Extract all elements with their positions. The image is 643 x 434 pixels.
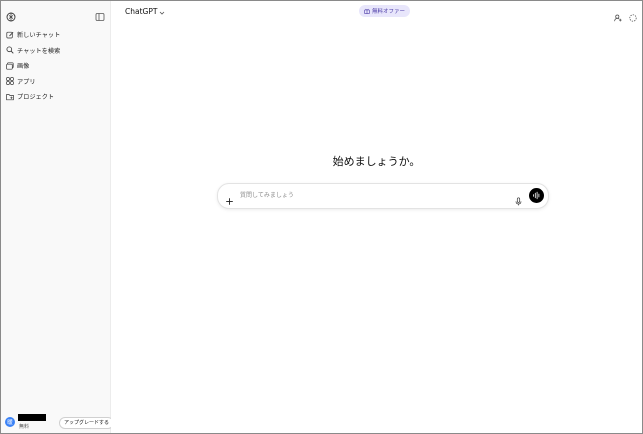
sidebar-item-label: 画像 bbox=[17, 63, 30, 71]
free-offer-button[interactable]: 無料オファー bbox=[359, 5, 411, 17]
user-account-bar[interactable]: 暖 無料 アップグレードする bbox=[1, 411, 115, 433]
gift-icon bbox=[364, 8, 370, 14]
sidebar-item-search-chats[interactable]: チャットを検索 bbox=[1, 43, 110, 59]
sidebar-item-label: プロジェクト bbox=[17, 94, 55, 102]
chevron-down-icon bbox=[159, 9, 165, 15]
add-person-icon[interactable] bbox=[614, 7, 622, 22]
sidebar-item-projects[interactable]: プロジェクト bbox=[1, 89, 110, 105]
edit-icon bbox=[6, 31, 14, 39]
plus-icon[interactable] bbox=[225, 191, 234, 205]
sidebar-item-label: 新しいチャット bbox=[17, 32, 61, 40]
model-selector[interactable]: ChatGPT bbox=[125, 7, 165, 16]
sidebar-item-label: アプリ bbox=[17, 78, 36, 86]
app-window: 新しいチャット チャットを検索 画像 アプリ プロジェクト 暖 無料 アップグレ… bbox=[0, 0, 643, 434]
avatar[interactable]: 暖 bbox=[5, 417, 15, 427]
prompt-input[interactable] bbox=[240, 189, 500, 202]
image-icon bbox=[6, 62, 14, 70]
user-plan-label: 無料 bbox=[19, 424, 30, 430]
sidebar-nav: 新しいチャット チャットを検索 画像 アプリ プロジェクト bbox=[1, 27, 110, 105]
model-name: ChatGPT bbox=[125, 7, 158, 16]
upgrade-button[interactable]: アップグレードする bbox=[59, 417, 115, 429]
user-name-redacted bbox=[18, 414, 46, 421]
sidebar-item-images[interactable]: 画像 bbox=[1, 58, 110, 74]
openai-logo-icon[interactable] bbox=[6, 7, 16, 22]
offer-label: 無料オファー bbox=[372, 9, 406, 15]
sidebar: 新しいチャット チャットを検索 画像 アプリ プロジェクト 暖 無料 アップグレ… bbox=[1, 1, 115, 433]
sidebar-toggle-icon[interactable] bbox=[95, 7, 105, 21]
search-icon bbox=[6, 46, 14, 54]
prompt-composer bbox=[217, 183, 549, 209]
page-title: 始めましょうか。 bbox=[332, 155, 421, 168]
voice-mode-button[interactable] bbox=[529, 188, 544, 203]
folder-icon bbox=[6, 93, 14, 101]
waveform-icon bbox=[533, 191, 540, 200]
sidebar-item-new-chat[interactable]: 新しいチャット bbox=[1, 27, 110, 43]
microphone-icon[interactable] bbox=[514, 191, 523, 206]
main-panel: ChatGPT 無料オファー 始めましょうか。 bbox=[111, 1, 642, 433]
sidebar-header bbox=[1, 1, 110, 23]
temporary-chat-icon[interactable] bbox=[629, 7, 637, 22]
sidebar-item-label: チャットを検索 bbox=[17, 47, 61, 55]
sidebar-item-apps[interactable]: アプリ bbox=[1, 74, 110, 90]
apps-icon bbox=[6, 77, 14, 85]
